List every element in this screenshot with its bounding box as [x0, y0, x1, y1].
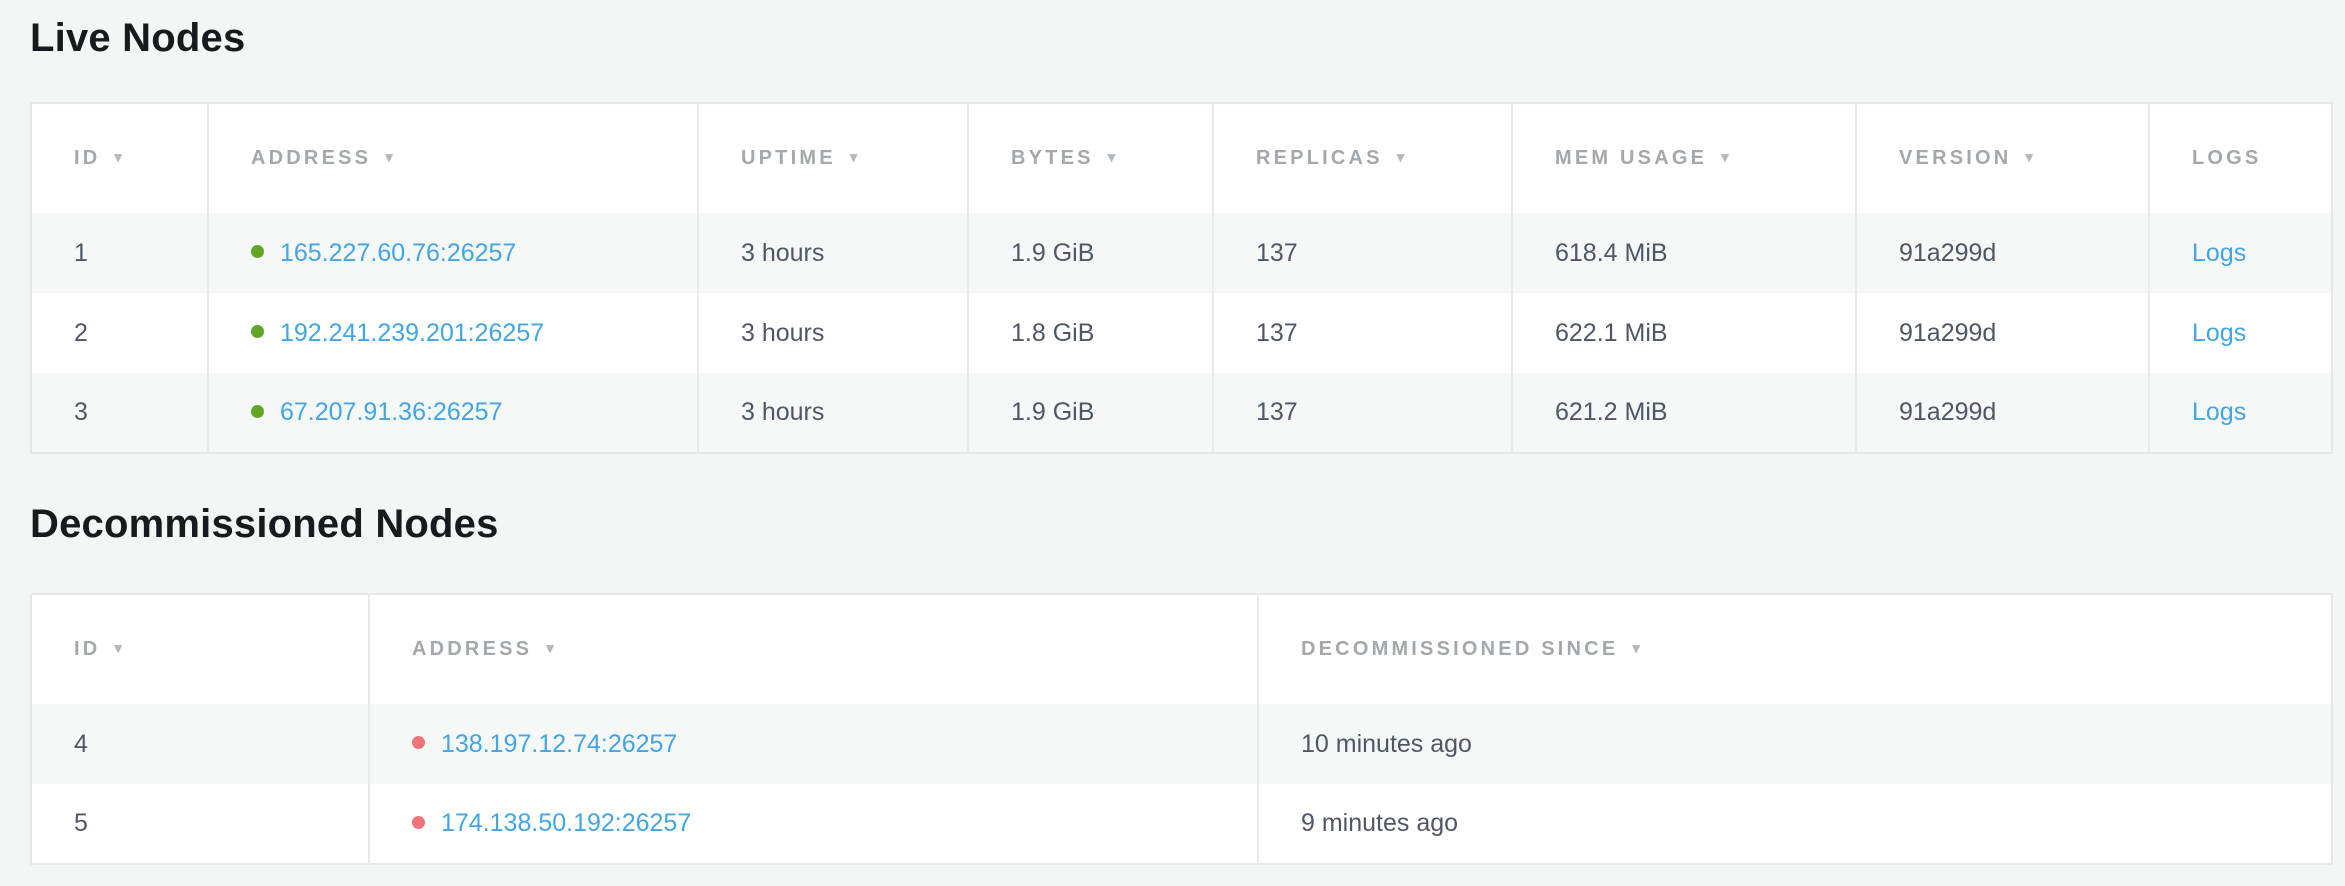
node-version-cell: 91a299d: [1856, 213, 2149, 293]
decommissioned-table-header-row: ID ▾ ADDRESS ▾ DECOMMISSIONED SINCE ▾: [31, 594, 2332, 704]
column-header-label: ADDRESS: [412, 638, 532, 660]
node-status-dot-icon: [251, 325, 264, 338]
table-row: 2 192.241.239.201:26257 3 hours 1.8 GiB …: [31, 293, 2332, 373]
node-address-link[interactable]: 174.138.50.192:26257: [441, 809, 691, 837]
column-header[interactable]: BYTES ▾: [968, 103, 1213, 213]
node-replicas-cell: 137: [1213, 293, 1512, 373]
node-version-cell: 91a299d: [1856, 293, 2149, 373]
node-status-dot-icon: [412, 736, 425, 749]
live-nodes-title: Live Nodes: [30, 14, 2331, 62]
node-logs-cell: Logs: [2149, 373, 2332, 453]
column-header-label: REPLICAS: [1256, 147, 1383, 169]
sort-arrow-icon: ▾: [1397, 149, 1408, 166]
decommissioned-nodes-table: ID ▾ ADDRESS ▾ DECOMMISSIONED SINCE ▾ 4 138…: [30, 593, 2333, 865]
live-table-header-row: ID ▾ ADDRESS ▾ UPTIME ▾ BYTES ▾ REPLICAS ▾ ME…: [31, 103, 2332, 213]
sort-arrow-icon: ▾: [1108, 149, 1119, 166]
table-row: 5 174.138.50.192:26257 9 minutes ago: [31, 784, 2332, 864]
node-id-cell: 4: [31, 704, 369, 784]
node-version-cell: 91a299d: [1856, 373, 2149, 453]
node-replicas-cell: 137: [1213, 373, 1512, 453]
sort-arrow-icon: ▾: [850, 149, 861, 166]
sort-arrow-icon: ▾: [546, 640, 557, 657]
node-address-cell: 192.241.239.201:26257: [208, 293, 698, 373]
node-bytes-cell: 1.8 GiB: [968, 293, 1213, 373]
node-address-link[interactable]: 192.241.239.201:26257: [280, 319, 544, 347]
sort-arrow-icon: ▾: [1721, 149, 1732, 166]
column-header-label: ADDRESS: [251, 147, 371, 169]
node-address-cell: 67.207.91.36:26257: [208, 373, 698, 453]
node-mem-usage-cell: 618.4 MiB: [1512, 213, 1856, 293]
node-uptime-cell: 3 hours: [698, 213, 968, 293]
column-header-label: BYTES: [1011, 147, 1094, 169]
node-bytes-cell: 1.9 GiB: [968, 213, 1213, 293]
sort-arrow-icon: ▾: [114, 640, 125, 657]
nodes-page: Live Nodes ID ▾ ADDRESS ▾ UPTIME ▾ BYTES ▾ R…: [0, 14, 2345, 886]
node-status-dot-icon: [251, 245, 264, 258]
table-row: 4 138.197.12.74:26257 10 minutes ago: [31, 704, 2332, 784]
column-header[interactable]: DECOMMISSIONED SINCE ▾: [1258, 594, 2332, 704]
node-uptime-cell: 3 hours: [698, 293, 968, 373]
node-mem-usage-cell: 621.2 MiB: [1512, 373, 1856, 453]
column-header-label: VERSION: [1899, 147, 2011, 169]
column-header[interactable]: ID ▾: [31, 594, 369, 704]
column-header[interactable]: ADDRESS ▾: [208, 103, 698, 213]
node-address-link[interactable]: 138.197.12.74:26257: [441, 730, 677, 758]
column-header[interactable]: LOGS▾: [2149, 103, 2332, 213]
node-status-dot-icon: [251, 405, 264, 418]
node-address-cell: 165.227.60.76:26257: [208, 213, 698, 293]
node-id-cell: 1: [31, 213, 208, 293]
node-id-cell: 3: [31, 373, 208, 453]
column-header-label: ID: [74, 638, 100, 660]
column-header[interactable]: ADDRESS ▾: [369, 594, 1258, 704]
sort-arrow-icon: ▾: [385, 149, 396, 166]
decommissioned-nodes-title: Decommissioned Nodes: [30, 500, 2331, 548]
column-header[interactable]: ID ▾: [31, 103, 208, 213]
node-decommissioned-since-cell: 10 minutes ago: [1258, 704, 2332, 784]
sort-arrow-icon: ▾: [114, 149, 125, 166]
column-header[interactable]: REPLICAS ▾: [1213, 103, 1512, 213]
table-row: 3 67.207.91.36:26257 3 hours 1.9 GiB 137…: [31, 373, 2332, 453]
node-logs-link[interactable]: Logs: [2192, 319, 2246, 347]
node-uptime-cell: 3 hours: [698, 373, 968, 453]
table-row: 1 165.227.60.76:26257 3 hours 1.9 GiB 13…: [31, 213, 2332, 293]
sort-arrow-icon: ▾: [1632, 640, 1643, 657]
column-header-label: ID: [74, 147, 100, 169]
node-logs-cell: Logs: [2149, 213, 2332, 293]
column-header-label: DECOMMISSIONED SINCE: [1301, 638, 1618, 660]
node-bytes-cell: 1.9 GiB: [968, 373, 1213, 453]
column-header-label: LOGS: [2192, 147, 2261, 169]
node-address-cell: 174.138.50.192:26257: [369, 784, 1258, 864]
column-header[interactable]: MEM USAGE ▾: [1512, 103, 1856, 213]
column-header[interactable]: UPTIME ▾: [698, 103, 968, 213]
node-status-dot-icon: [412, 816, 425, 829]
node-mem-usage-cell: 622.1 MiB: [1512, 293, 1856, 373]
node-logs-cell: Logs: [2149, 293, 2332, 373]
node-id-cell: 5: [31, 784, 369, 864]
node-logs-link[interactable]: Logs: [2192, 398, 2246, 426]
sort-arrow-icon: ▾: [2025, 149, 2036, 166]
column-header[interactable]: VERSION ▾: [1856, 103, 2149, 213]
column-header-label: UPTIME: [741, 147, 836, 169]
live-nodes-table: ID ▾ ADDRESS ▾ UPTIME ▾ BYTES ▾ REPLICAS ▾ ME…: [30, 102, 2333, 454]
node-address-link[interactable]: 165.227.60.76:26257: [280, 239, 516, 267]
column-header-label: MEM USAGE: [1555, 147, 1707, 169]
node-replicas-cell: 137: [1213, 213, 1512, 293]
node-address-link[interactable]: 67.207.91.36:26257: [280, 398, 502, 426]
node-id-cell: 2: [31, 293, 208, 373]
node-logs-link[interactable]: Logs: [2192, 239, 2246, 267]
node-decommissioned-since-cell: 9 minutes ago: [1258, 784, 2332, 864]
node-address-cell: 138.197.12.74:26257: [369, 704, 1258, 784]
